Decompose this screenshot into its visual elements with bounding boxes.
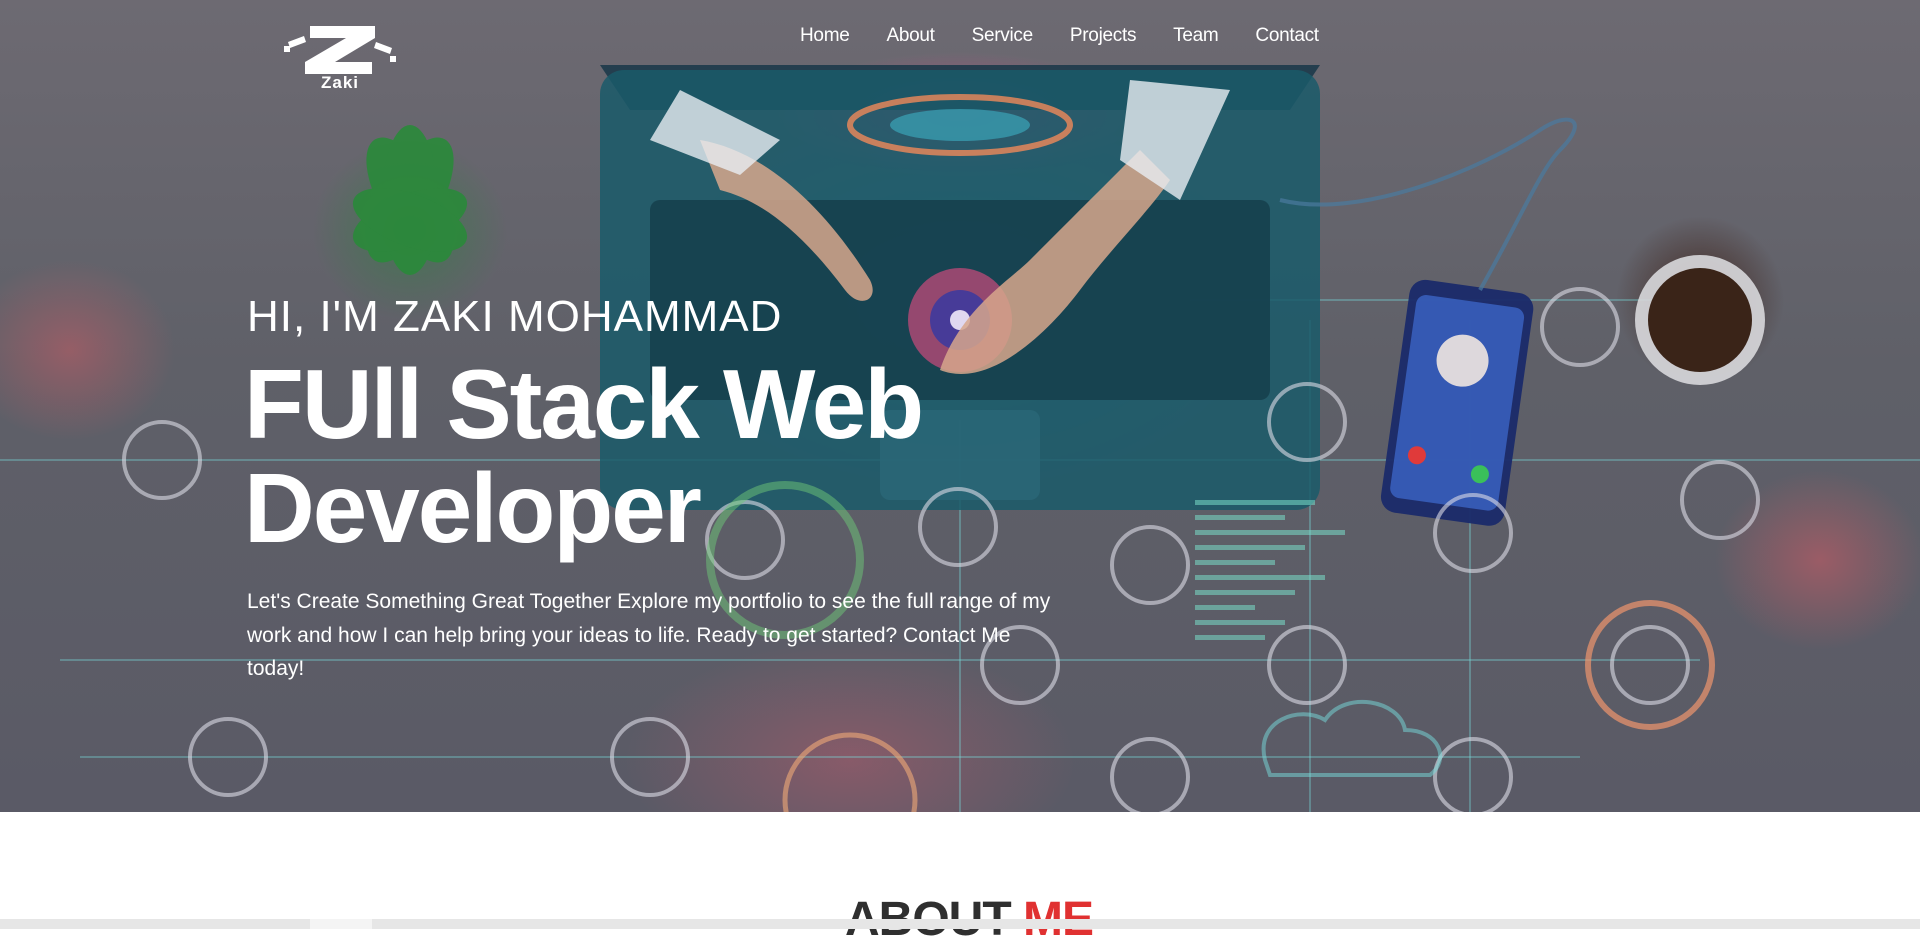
zaki-logo-icon[interactable]: Zaki <box>280 20 400 90</box>
nav-home[interactable]: Home <box>800 25 850 47</box>
nav-team[interactable]: Team <box>1173 25 1219 47</box>
nav-contact[interactable]: Contact <box>1255 25 1319 47</box>
hero-title: FUll Stack Web Developer <box>244 349 924 563</box>
hero-subtitle: HI, I'M ZAKI MOHAMMAD <box>247 292 783 341</box>
main-nav: Home About Service Projects Team Contact <box>800 25 1319 47</box>
logo-text: Zaki <box>321 73 359 90</box>
nav-about[interactable]: About <box>886 25 934 47</box>
hero-description: Let's Create Something Great Together Ex… <box>247 590 1051 680</box>
nav-projects[interactable]: Projects <box>1070 25 1137 47</box>
nav-service[interactable]: Service <box>972 25 1034 47</box>
scrollbar-thumb[interactable] <box>310 919 372 929</box>
horizontal-scrollbar[interactable] <box>0 919 1920 929</box>
hero-section: Zaki Home About Service Projects Team Co… <box>0 0 1920 812</box>
